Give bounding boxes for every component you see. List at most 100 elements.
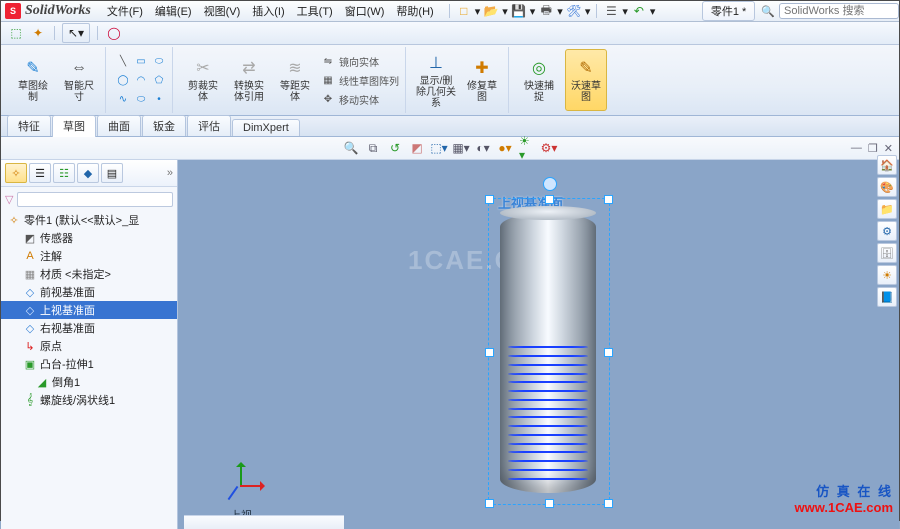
menu-window[interactable]: 窗口(W) bbox=[345, 3, 385, 19]
open-icon[interactable]: 📂 bbox=[483, 3, 499, 19]
node-front-plane[interactable]: ◇前视基准面 bbox=[1, 283, 177, 301]
tab-evaluate[interactable]: 评估 bbox=[187, 115, 231, 136]
model-cylinder[interactable] bbox=[500, 213, 596, 493]
node-top-plane[interactable]: ◇上视基准面 bbox=[1, 301, 177, 319]
polygon-icon[interactable]: ⬠ bbox=[152, 73, 166, 87]
arc-icon[interactable]: ◠ bbox=[134, 73, 148, 87]
smart-dimension-button[interactable]: ⇔智能尺 寸 bbox=[59, 50, 99, 110]
resize-handle[interactable] bbox=[485, 499, 494, 508]
ellipse-icon[interactable]: ⬭ bbox=[134, 92, 148, 106]
resize-handle[interactable] bbox=[485, 348, 494, 357]
zoom-fit-icon[interactable]: 🔍 bbox=[343, 140, 359, 156]
undo-icon[interactable]: ↶ bbox=[631, 3, 647, 19]
ribbon-group-sketch: ✎草图绘 制 ⇔智能尺 寸 bbox=[7, 47, 106, 113]
appearance-icon[interactable]: ●▾ bbox=[497, 140, 513, 156]
move-icon[interactable]: ✥ bbox=[321, 92, 335, 106]
display-relations-button[interactable]: ⊥显示/删 除几何关系 bbox=[416, 50, 456, 110]
node-annotation[interactable]: A注解 bbox=[1, 247, 177, 265]
selection-box[interactable] bbox=[488, 198, 610, 505]
resize-handle[interactable] bbox=[545, 195, 554, 204]
node-origin[interactable]: ↳原点 bbox=[1, 337, 177, 355]
node-boss-extrude[interactable]: ▣凸台-拉伸1 bbox=[1, 355, 177, 373]
select-icon[interactable]: ⬚ bbox=[7, 24, 25, 42]
display-tab[interactable]: ▤ bbox=[101, 163, 123, 183]
rotate-handle-icon[interactable] bbox=[543, 177, 557, 191]
tab-surface[interactable]: 曲面 bbox=[97, 115, 141, 136]
feature-tree[interactable]: ✧零件1 (默认<<默认>_显 ◩传感器 A注解 ▦材质 <未指定> ◇前视基准… bbox=[1, 211, 177, 529]
spline-icon[interactable]: ∿ bbox=[116, 92, 130, 106]
appearance-icon[interactable]: 🎨 bbox=[877, 177, 897, 197]
mdi-close-icon[interactable]: ✕ bbox=[884, 142, 893, 155]
point-icon[interactable]: • bbox=[152, 92, 166, 106]
menu-help[interactable]: 帮助(H) bbox=[396, 3, 433, 19]
node-sensor[interactable]: ◩传感器 bbox=[1, 229, 177, 247]
menu-insert[interactable]: 插入(I) bbox=[252, 3, 284, 19]
sun-icon[interactable]: ☀ bbox=[877, 265, 897, 285]
save-icon[interactable]: 💾 bbox=[511, 3, 527, 19]
sketch-button[interactable]: ✎草图绘 制 bbox=[13, 50, 53, 110]
folder-icon[interactable]: 📁 bbox=[877, 199, 897, 219]
helix-threads bbox=[508, 343, 588, 483]
quick-snap-button[interactable]: ◎快速捕 捉 bbox=[519, 50, 559, 110]
panel-collapse-icon[interactable]: » bbox=[167, 167, 173, 179]
menu-edit[interactable]: 编辑(E) bbox=[155, 3, 192, 19]
resize-handle[interactable] bbox=[485, 195, 494, 204]
ribbon-group-snap: ◎快速捕 捉 ✎沃速草 图 bbox=[513, 47, 613, 113]
tree-root[interactable]: ✧零件1 (默认<<默认>_显 bbox=[1, 211, 177, 229]
feature-tree-tab[interactable]: ✧ bbox=[5, 163, 27, 183]
node-helix[interactable]: 𝄞螺旋线/涡状线1 bbox=[1, 391, 177, 409]
repair-sketch-button[interactable]: ✚修复草 图 bbox=[462, 50, 502, 110]
menu-view[interactable]: 视图(V) bbox=[204, 3, 241, 19]
prev-view-icon[interactable]: ↺ bbox=[387, 140, 403, 156]
new-icon[interactable]: □ bbox=[456, 3, 472, 19]
home-icon[interactable]: 🏠 bbox=[877, 155, 897, 175]
resize-handle[interactable] bbox=[545, 499, 554, 508]
tab-features[interactable]: 特征 bbox=[7, 115, 51, 136]
tab-sheetmetal[interactable]: 钣金 bbox=[142, 115, 186, 136]
print-icon[interactable]: 🖶 bbox=[538, 3, 554, 19]
graphics-viewport[interactable]: 1CAE.COM 上视基准面 上视 bbox=[178, 160, 899, 529]
node-right-plane[interactable]: ◇右视基准面 bbox=[1, 319, 177, 337]
instant-sketch-button[interactable]: ✎沃速草 图 bbox=[565, 49, 607, 111]
tab-dimxpert[interactable]: DimXpert bbox=[232, 119, 300, 136]
section-icon[interactable]: ◩ bbox=[409, 140, 425, 156]
line-icon[interactable]: ╲ bbox=[116, 54, 130, 68]
orientation-icon[interactable]: ⬚▾ bbox=[431, 140, 447, 156]
rect-icon[interactable]: ▭ bbox=[134, 54, 148, 68]
display-style-icon[interactable]: ▦▾ bbox=[453, 140, 469, 156]
slot-icon[interactable]: ⬭ bbox=[152, 54, 166, 68]
node-material[interactable]: ▦材质 <未指定> bbox=[1, 265, 177, 283]
filter-icon[interactable]: ✦ bbox=[29, 24, 47, 42]
resize-handle[interactable] bbox=[604, 348, 613, 357]
settings-view-icon[interactable]: ⚙▾ bbox=[541, 140, 557, 156]
offset-button[interactable]: ≋等距实 体 bbox=[275, 50, 315, 110]
options-icon[interactable]: ☰ bbox=[603, 3, 619, 19]
zoom-area-icon[interactable]: ⧉ bbox=[365, 140, 381, 156]
config-tab[interactable]: ☷ bbox=[53, 163, 75, 183]
circle-icon[interactable]: ◯ bbox=[105, 24, 123, 42]
resize-handle[interactable] bbox=[604, 499, 613, 508]
dimxpert-tab[interactable]: ◆ bbox=[77, 163, 99, 183]
tab-sketch[interactable]: 草图 bbox=[52, 115, 96, 137]
book-icon[interactable]: 📘 bbox=[877, 287, 897, 307]
trim-button[interactable]: ✂剪裁实 体 bbox=[183, 50, 223, 110]
filter-input[interactable] bbox=[17, 192, 173, 207]
search-input[interactable] bbox=[779, 3, 899, 19]
menu-tools[interactable]: 工具(T) bbox=[297, 3, 333, 19]
resize-handle[interactable] bbox=[604, 195, 613, 204]
db-icon[interactable]: 🗄 bbox=[877, 243, 897, 263]
scene-icon[interactable]: ☀▾ bbox=[519, 140, 535, 156]
hide-show-icon[interactable]: ◐▾ bbox=[475, 140, 491, 156]
mdi-minimize-icon[interactable]: — bbox=[851, 142, 862, 155]
circle-tool-icon[interactable]: ◯ bbox=[116, 73, 130, 87]
convert-button[interactable]: ⇄转换实 体引用 bbox=[229, 50, 269, 110]
mirror-icon[interactable]: ⇋ bbox=[321, 54, 335, 68]
node-fillet[interactable]: ◢倒角1 bbox=[1, 373, 177, 391]
menu-file[interactable]: 文件(F) bbox=[107, 3, 143, 19]
settings-icon[interactable]: ⚙ bbox=[877, 221, 897, 241]
rebuild-icon[interactable]: 🛠 bbox=[566, 3, 582, 19]
cursor-icon[interactable]: ↖▾ bbox=[62, 23, 90, 43]
property-tab[interactable]: ☰ bbox=[29, 163, 51, 183]
pattern-icon[interactable]: ▦ bbox=[321, 73, 335, 87]
mdi-restore-icon[interactable]: ❐ bbox=[868, 142, 878, 155]
